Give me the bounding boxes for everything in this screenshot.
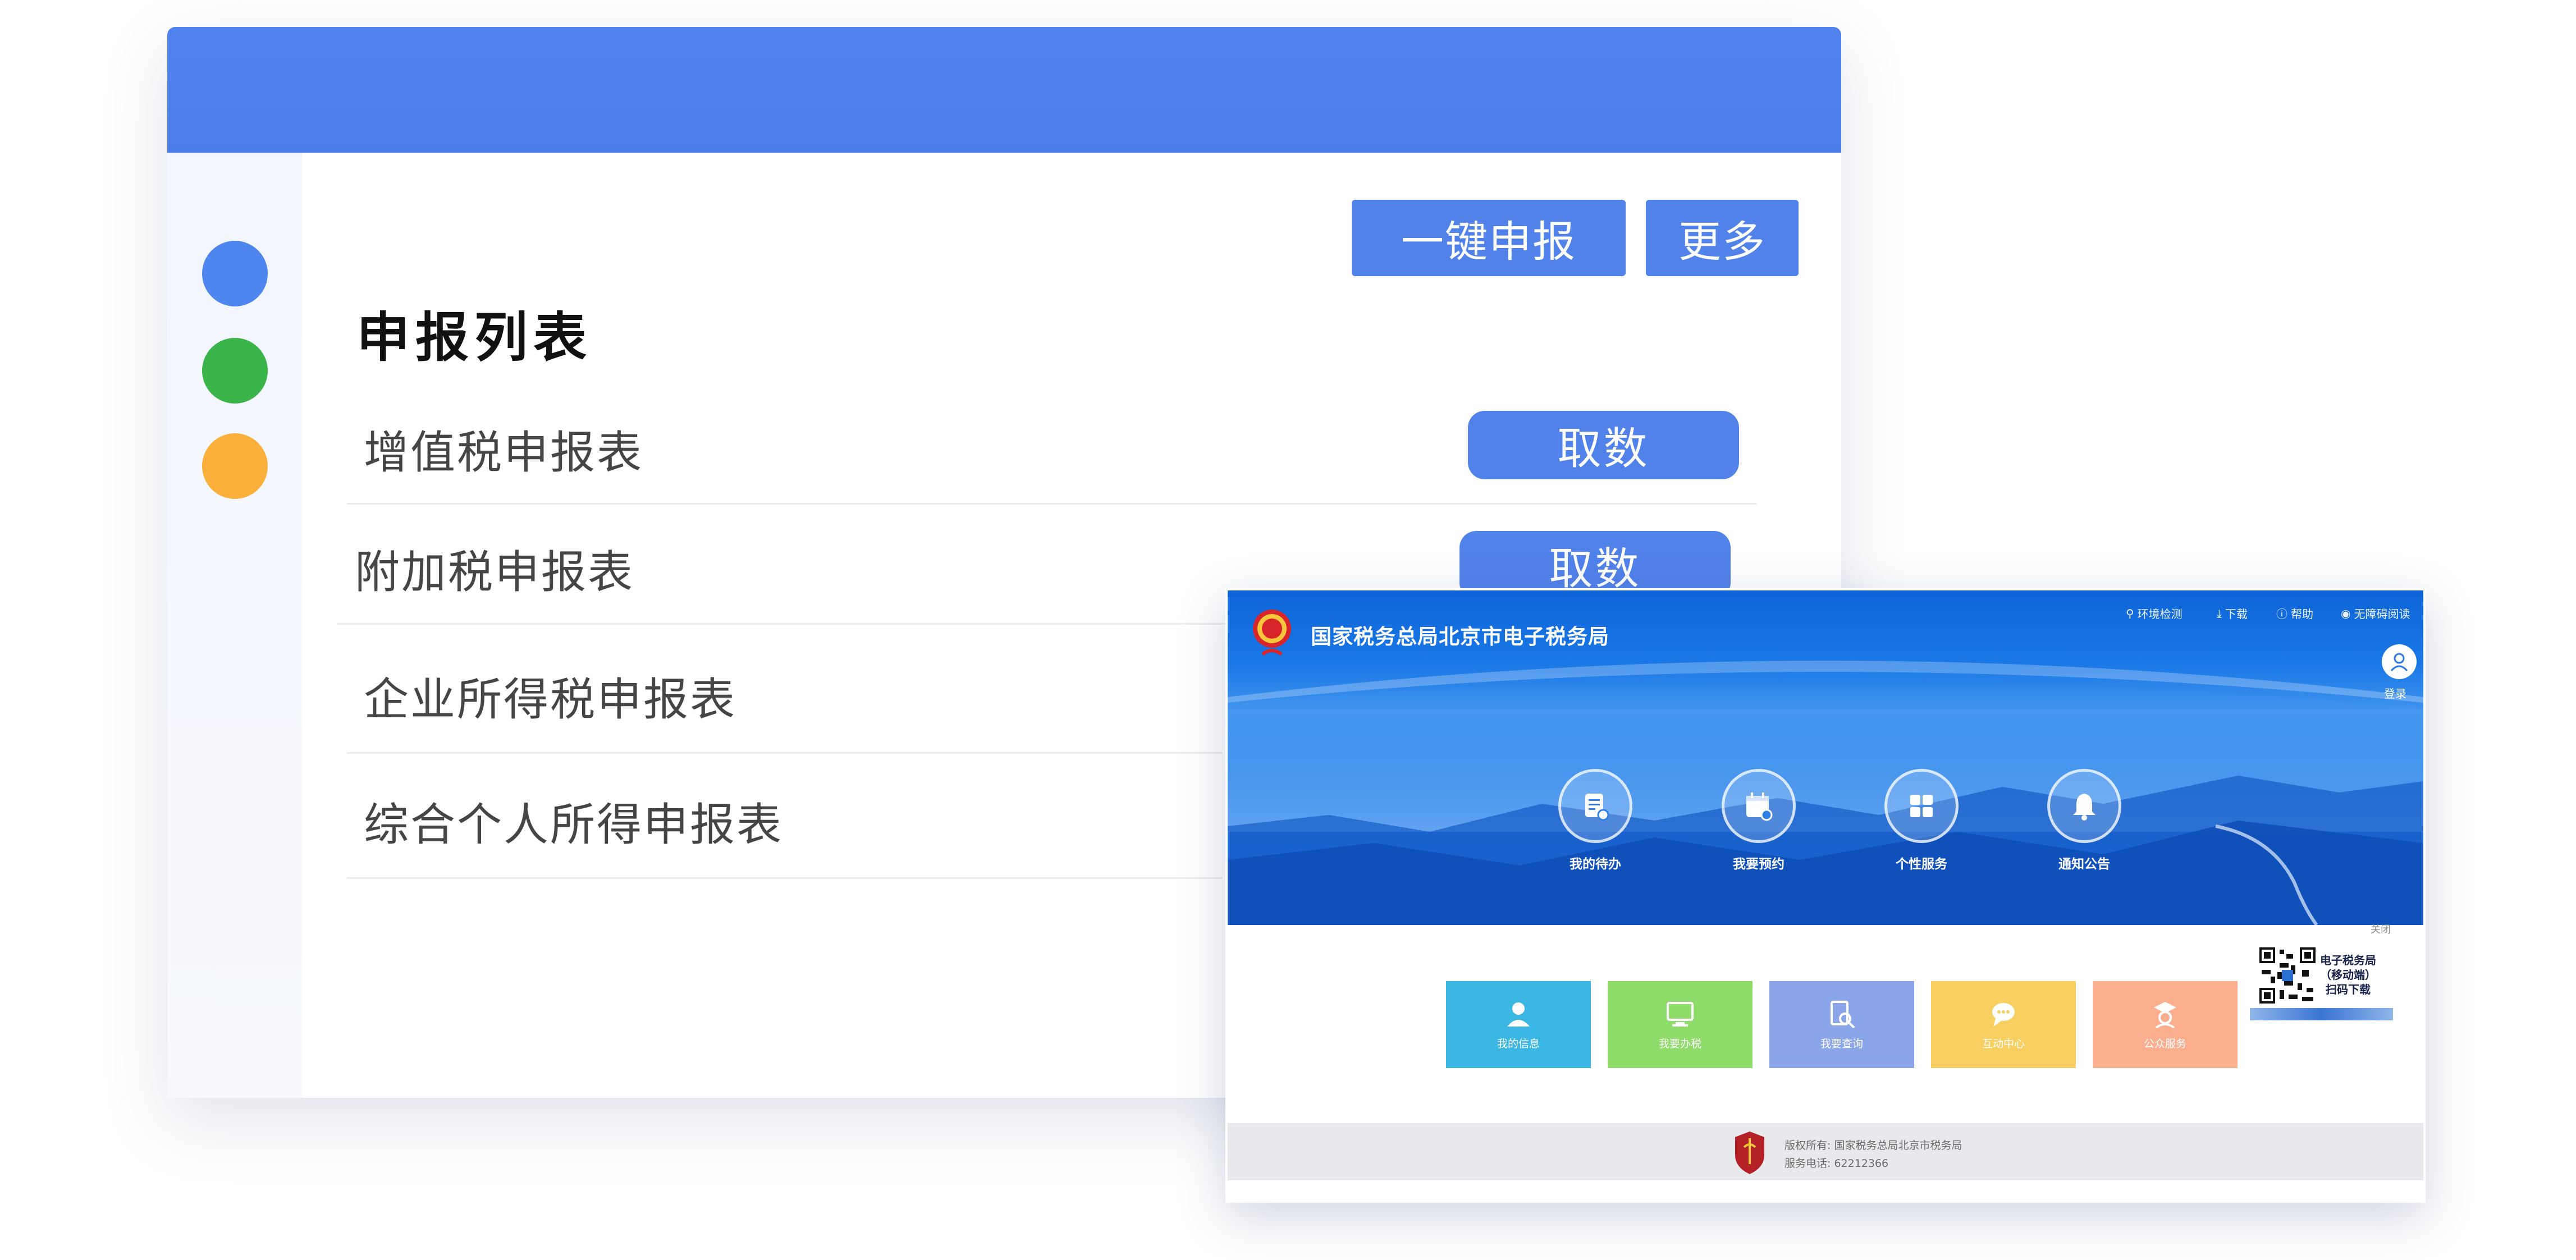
login-button[interactable] — [2382, 644, 2417, 679]
my-info-tile[interactable]: 我的信息 — [1446, 981, 1591, 1068]
tax-site-window: 国家税务总局北京市电子税务局 ⚲ 环境检测 ⤓ 下载 ⓘ 帮助 ◉ 无障碍阅读 … — [1225, 588, 2426, 1203]
more-button[interactable]: 更多 — [1646, 200, 1799, 276]
download-link[interactable]: ⤓ 下载 — [2217, 605, 2248, 621]
list-title: 申报列表 — [356, 307, 593, 369]
todo-icon — [1585, 794, 1609, 821]
todo-label: 我的待办 — [1570, 857, 1621, 872]
qr-banner-strip — [2250, 1008, 2393, 1020]
row-divider — [347, 503, 1757, 505]
row-divider — [347, 752, 1223, 754]
close-link[interactable]: 关闭 — [2371, 922, 2391, 936]
row-label-surtax: 附加税申报表 — [355, 546, 634, 598]
eye-icon: ◉ — [2341, 606, 2351, 620]
monitor-icon — [1667, 1002, 1694, 1027]
blue-dot — [202, 241, 268, 306]
fetch-button-vat[interactable]: 取数 — [1468, 411, 1739, 479]
login-label: 登录 — [2384, 687, 2406, 700]
window-sidebar — [167, 153, 302, 1098]
personal-service-circle-button[interactable] — [1884, 769, 1959, 843]
query-tile[interactable]: 我要查询 — [1769, 981, 1914, 1068]
footer-phone: 服务电话: 62212366 — [1785, 1157, 1889, 1170]
appointment-label: 我要预约 — [1733, 857, 1785, 872]
interaction-label: 互动中心 — [1982, 1038, 2025, 1050]
notice-label: 通知公告 — [2058, 857, 2110, 872]
green-dot — [202, 338, 268, 404]
user-icon — [1507, 1002, 1530, 1027]
user-avatar-icon — [2390, 653, 2408, 672]
my-info-label: 我的信息 — [1497, 1038, 1540, 1050]
search-doc-icon — [1831, 1001, 1855, 1029]
calendar-icon — [1746, 792, 1773, 821]
row-label-vat: 增值税申报表 — [364, 427, 643, 479]
tax-handling-label: 我要办税 — [1658, 1038, 1701, 1050]
search-icon: ⚲ — [2126, 606, 2134, 620]
site-title: 国家税务总局北京市电子税务局 — [1311, 625, 1609, 649]
service-icon — [2154, 1002, 2176, 1029]
qr-caption: 电子税务局 （移动端） 扫码下载 — [2320, 954, 2376, 996]
chat-icon — [1992, 1003, 2015, 1027]
one-click-declare-button[interactable]: 一键申报 — [1352, 200, 1626, 276]
qr-code-image[interactable] — [2257, 945, 2318, 1006]
orange-dot — [202, 433, 268, 499]
env-check-link[interactable]: ⚲ 环境检测 — [2126, 605, 2182, 621]
interaction-tile[interactable]: 互动中心 — [1931, 981, 2076, 1068]
site-banner: 国家税务总局北京市电子税务局 ⚲ 环境检测 ⤓ 下载 ⓘ 帮助 ◉ 无障碍阅读 … — [1228, 590, 2423, 925]
tax-handling-tile[interactable]: 我要办税 — [1608, 981, 1753, 1068]
accessibility-link[interactable]: ◉ 无障碍阅读 — [2341, 605, 2410, 621]
notice-circle-button[interactable] — [2047, 769, 2121, 843]
personal-service-label: 个性服务 — [1896, 857, 1947, 872]
row-label-corporate-tax: 企业所得税申报表 — [364, 673, 736, 726]
row-divider — [347, 877, 1223, 879]
public-service-label: 公众服务 — [2143, 1038, 2186, 1050]
tax-shield-icon — [1735, 1131, 1764, 1174]
tax-emblem-logo — [1253, 610, 1291, 656]
grid-icon — [1910, 795, 1933, 817]
public-service-tile[interactable]: 公众服务 — [2093, 981, 2238, 1068]
row-label-personal-tax: 综合个人所得申报表 — [364, 799, 783, 851]
help-link[interactable]: ⓘ 帮助 — [2276, 605, 2313, 621]
bell-icon — [2073, 794, 2095, 821]
appointment-circle-button[interactable] — [1722, 769, 1796, 843]
window-header — [167, 27, 1841, 153]
footer-copyright: 版权所有: 国家税务总局北京市税务局 — [1785, 1139, 1962, 1152]
todo-circle-button[interactable] — [1558, 769, 1632, 843]
download-icon: ⤓ — [2217, 606, 2222, 620]
query-label: 我要查询 — [1820, 1038, 1863, 1050]
help-icon: ⓘ — [2276, 607, 2287, 621]
